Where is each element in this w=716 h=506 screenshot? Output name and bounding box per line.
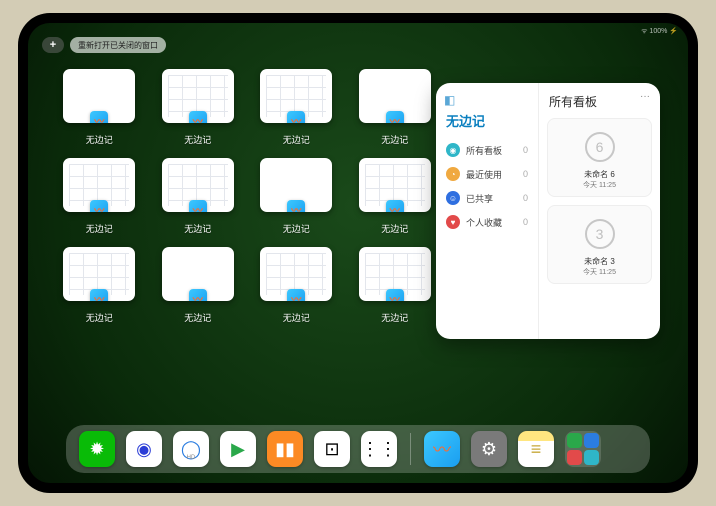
window-label: 无边记: [184, 311, 211, 324]
freeform-app-icon: 〰: [386, 200, 404, 212]
panel-content: 所有看板 6未命名 6今天 11:253未命名 3今天 11:25: [539, 83, 660, 339]
freeform-app-icon: 〰: [90, 289, 108, 301]
add-window-button[interactable]: +: [42, 37, 64, 53]
freeform-app-icon: 〰: [90, 111, 108, 123]
filter-count: 0: [523, 169, 528, 179]
expose-window[interactable]: 〰无边记: [358, 158, 433, 235]
browser2-icon[interactable]: ◯HD: [173, 431, 209, 467]
window-thumbnail[interactable]: 〰: [359, 247, 431, 301]
reopen-closed-window-button[interactable]: 重新打开已关闭的窗口: [70, 37, 166, 53]
expose-window[interactable]: 〰无边记: [358, 69, 433, 146]
freeform-app-icon: 〰: [90, 200, 108, 212]
board-preview: 3: [554, 212, 645, 256]
app-library-icon[interactable]: [565, 431, 601, 467]
window-thumbnail[interactable]: 〰: [162, 69, 234, 123]
dock-separator: [410, 433, 411, 465]
status-bar: ᯤ 100% ⚡: [641, 27, 678, 36]
expose-window[interactable]: 〰无边记: [358, 247, 433, 324]
notes-icon[interactable]: ≡: [518, 431, 554, 467]
filter-label: 个人收藏: [466, 216, 502, 229]
window-thumbnail[interactable]: 〰: [260, 158, 332, 212]
board-name: 未命名 3: [554, 256, 645, 267]
panel-sidebar: ◧ 无边记 ◉ 所有看板 0 ◔ 最近使用 0 ☺ 已共享 0 ♥ 个人收藏 0: [436, 83, 539, 339]
expose-window[interactable]: 〰无边记: [259, 247, 334, 324]
more-icon[interactable]: ···: [640, 91, 650, 102]
window-label: 无边记: [86, 133, 113, 146]
freeform-app-icon: 〰: [386, 111, 404, 123]
ipad-device: ᯤ 100% ⚡ + 重新打开已关闭的窗口 〰无边记〰无边记〰无边记〰无边记〰无…: [18, 13, 698, 493]
filter-count: 0: [523, 145, 528, 155]
panel-title: 无边记: [446, 111, 530, 130]
freeform-app-icon: 〰: [287, 111, 305, 123]
window-label: 无边记: [283, 311, 310, 324]
filter-label: 已共享: [466, 192, 493, 205]
freeform-app-icon: 〰: [287, 200, 305, 212]
expose-window[interactable]: 〰无边记: [62, 247, 137, 324]
freeform-panel[interactable]: ··· ◧ 无边记 ◉ 所有看板 0 ◔ 最近使用 0 ☺ 已共享 0 ♥ 个人收藏 0 所有看板 6…: [436, 83, 660, 339]
window-thumbnail[interactable]: 〰: [359, 158, 431, 212]
expose-window[interactable]: 〰无边记: [161, 158, 236, 235]
browser1-icon[interactable]: ◉: [126, 431, 162, 467]
freeform-app-icon: 〰: [189, 111, 207, 123]
filter-item[interactable]: ☺ 已共享 0: [444, 186, 530, 210]
window-thumbnail[interactable]: 〰: [162, 158, 234, 212]
expose-window[interactable]: 〰无边记: [161, 247, 236, 324]
freeform-icon[interactable]: 〰: [424, 431, 460, 467]
board-time: 今天 11:25: [554, 180, 645, 190]
window-label: 无边记: [184, 222, 211, 235]
window-toolbar: + 重新打开已关闭的窗口: [42, 37, 166, 53]
window-label: 无边记: [283, 133, 310, 146]
freeform-app-icon: 〰: [287, 289, 305, 301]
wechat-icon[interactable]: ✹: [79, 431, 115, 467]
filter-label: 所有看板: [466, 144, 502, 157]
filter-count: 0: [523, 193, 528, 203]
board-time: 今天 11:25: [554, 267, 645, 277]
screen: ᯤ 100% ⚡ + 重新打开已关闭的窗口 〰无边记〰无边记〰无边记〰无边记〰无…: [28, 23, 688, 483]
settings-icon[interactable]: ⚙: [471, 431, 507, 467]
window-label: 无边记: [184, 133, 211, 146]
expose-window[interactable]: 〰无边记: [259, 158, 334, 235]
window-thumbnail[interactable]: 〰: [63, 247, 135, 301]
window-label: 无边记: [381, 133, 408, 146]
sidebar-icon[interactable]: ◧: [444, 93, 458, 107]
filter-icon: ◔: [446, 167, 460, 181]
window-thumbnail[interactable]: 〰: [260, 69, 332, 123]
dock: ✹ ◉ ◯HD ▶ ▮▮ ⊡ ⋮⋮ 〰 ⚙ ≡: [66, 425, 650, 473]
window-label: 无边记: [381, 311, 408, 324]
expose-grid: 〰无边记〰无边记〰无边记〰无边记〰无边记〰无边记〰无边记〰无边记〰无边记〰无边记…: [62, 69, 432, 324]
window-thumbnail[interactable]: 〰: [63, 158, 135, 212]
window-thumbnail[interactable]: 〰: [63, 69, 135, 123]
freeform-app-icon: 〰: [386, 289, 404, 301]
expose-window[interactable]: 〰无边记: [161, 69, 236, 146]
expose-window[interactable]: 〰无边记: [259, 69, 334, 146]
filter-item[interactable]: ◔ 最近使用 0: [444, 162, 530, 186]
board-name: 未命名 6: [554, 169, 645, 180]
board-card[interactable]: 3未命名 3今天 11:25: [547, 205, 652, 284]
boards-heading: 所有看板: [549, 93, 652, 110]
filter-item[interactable]: ◉ 所有看板 0: [444, 138, 530, 162]
nodes-icon[interactable]: ⋮⋮: [361, 431, 397, 467]
window-thumbnail[interactable]: 〰: [162, 247, 234, 301]
expose-window[interactable]: 〰无边记: [62, 158, 137, 235]
freeform-app-icon: 〰: [189, 289, 207, 301]
filter-icon: ☺: [446, 191, 460, 205]
board-preview: 6: [554, 125, 645, 169]
window-label: 无边记: [86, 311, 113, 324]
filter-item[interactable]: ♥ 个人收藏 0: [444, 210, 530, 234]
window-label: 无边记: [381, 222, 408, 235]
filter-icon: ♥: [446, 215, 460, 229]
books-icon[interactable]: ▮▮: [267, 431, 303, 467]
window-label: 无边记: [283, 222, 310, 235]
board-card[interactable]: 6未命名 6今天 11:25: [547, 118, 652, 197]
freeform-app-icon: 〰: [189, 200, 207, 212]
dice-icon[interactable]: ⊡: [314, 431, 350, 467]
window-label: 无边记: [86, 222, 113, 235]
play-icon[interactable]: ▶: [220, 431, 256, 467]
filter-label: 最近使用: [466, 168, 502, 181]
window-thumbnail[interactable]: 〰: [260, 247, 332, 301]
filter-count: 0: [523, 217, 528, 227]
filter-icon: ◉: [446, 143, 460, 157]
window-thumbnail[interactable]: 〰: [359, 69, 431, 123]
expose-window[interactable]: 〰无边记: [62, 69, 137, 146]
